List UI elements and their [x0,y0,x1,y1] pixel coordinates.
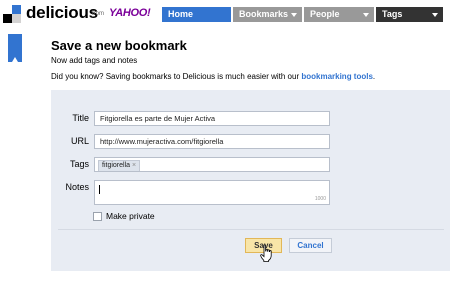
page-title: Save a new bookmark [51,38,187,53]
make-private-label[interactable]: Make private [106,211,155,221]
nav-people-label: People [310,9,340,19]
tip-message: Did you know? Saving bookmarks to Delici… [51,72,302,81]
chevron-down-icon[interactable] [291,13,297,17]
chevron-down-icon[interactable] [432,13,438,17]
tag-chip[interactable]: fitgiorella × [98,160,141,171]
text-cursor [99,185,100,194]
nav-bookmarks[interactable]: Bookmarks [233,7,302,22]
nav-tags[interactable]: Tags [376,7,443,22]
cancel-button[interactable]: Cancel [289,238,332,253]
hand-pointer-icon [260,244,272,262]
tags-input[interactable]: fitgiorella × [94,157,330,172]
tip-text: Did you know? Saving bookmarks to Delici… [51,72,375,81]
bookmark-icon [8,34,22,62]
url-label: URL [70,136,89,146]
title-label: Title [72,113,89,123]
form-divider [58,229,444,230]
from-label: from [92,11,104,17]
nav-people[interactable]: People [304,7,374,22]
notes-label: Notes [65,182,89,192]
notes-textarea[interactable]: 1000 [94,180,330,205]
notes-char-count: 1000 [314,196,326,202]
nav-bookmarks-label: Bookmarks [239,9,289,19]
make-private-checkbox[interactable] [93,212,102,221]
nav-home[interactable]: Home [162,7,231,22]
tags-label: Tags [69,159,89,169]
close-icon[interactable]: × [132,162,136,169]
nav-tags-label: Tags [382,9,403,19]
bookmarking-tools-link[interactable]: bookmarking tools [301,72,373,81]
brand-name[interactable]: delicious [26,3,98,23]
yahoo-logo: YAHOO! [109,7,151,19]
chevron-down-icon[interactable] [363,13,369,17]
url-input[interactable]: http://www.mujeractiva.com/fitgiorella [94,134,330,149]
nav-home-label: Home [168,9,194,19]
tip-end: . [372,72,376,81]
page-subtitle: Now add tags and notes [51,56,138,65]
delicious-logo-icon[interactable] [3,5,21,23]
title-input[interactable]: Fitgiorella es parte de Mujer Activa [94,111,330,126]
tag-chip-label: fitgiorella [102,162,131,169]
